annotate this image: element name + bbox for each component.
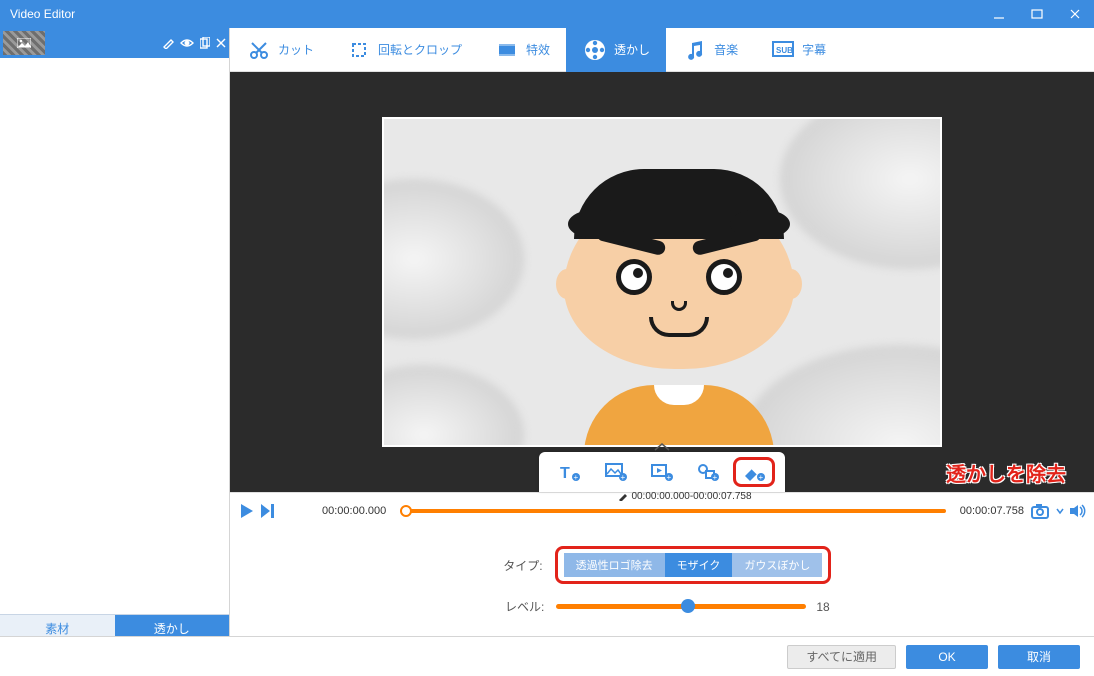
level-label: レベル: xyxy=(494,598,544,615)
preview-area: T+ + + + + 透かしを除去 xyxy=(230,72,1094,492)
scissors-icon xyxy=(246,37,272,63)
tab-watermark-label: 透かし xyxy=(614,41,650,58)
tool-tabs: カット 回転とクロップ 特效 透かし 音楽 SUB 字幕 xyxy=(230,28,1094,72)
play-button[interactable] xyxy=(238,502,256,520)
svg-text:T: T xyxy=(560,465,570,482)
left-panel: 素材 透かし xyxy=(0,28,230,676)
tab-watermark-tool[interactable]: 透かし xyxy=(566,28,666,72)
eye-icon[interactable] xyxy=(180,38,194,48)
subtitle-icon: SUB xyxy=(770,37,796,63)
film-icon xyxy=(494,37,520,63)
tab-subtitle[interactable]: SUB 字幕 xyxy=(754,28,842,72)
annotation-label: 透かしを除去 xyxy=(946,458,1066,487)
delete-icon[interactable] xyxy=(216,38,226,48)
maximize-button[interactable] xyxy=(1018,0,1056,28)
minimize-button[interactable] xyxy=(980,0,1018,28)
svg-text:+: + xyxy=(574,473,579,482)
timeline: 00:00:00.000 00:00:00.000-00:00:07.758 0… xyxy=(230,492,1094,528)
svg-text:+: + xyxy=(667,473,672,482)
pencil-icon[interactable] xyxy=(162,37,174,49)
type-transparent[interactable]: 透過性ロゴ除去 xyxy=(564,553,665,577)
time-start: 00:00:00.000 xyxy=(322,505,386,517)
add-image-button[interactable]: + xyxy=(595,457,637,487)
type-mosaic[interactable]: モザイク xyxy=(665,553,733,577)
level-value: 18 xyxy=(816,600,829,614)
svg-text:+: + xyxy=(621,473,626,482)
pencil-icon[interactable] xyxy=(618,491,628,501)
remove-watermark-button[interactable]: + xyxy=(733,457,775,487)
tab-cut-label: カット xyxy=(278,41,314,58)
right-panel: カット 回転とクロップ 特效 透かし 音楽 SUB 字幕 xyxy=(230,28,1094,676)
tab-subtitle-label: 字幕 xyxy=(802,41,826,58)
add-shape-button[interactable]: + xyxy=(687,457,729,487)
svg-text:+: + xyxy=(713,473,718,482)
time-end: 00:00:07.758 xyxy=(960,505,1024,517)
image-icon xyxy=(17,38,31,48)
video-canvas[interactable] xyxy=(382,117,942,447)
tab-effects[interactable]: 特效 xyxy=(478,28,566,72)
tab-music[interactable]: 音楽 xyxy=(666,28,754,72)
type-label: タイプ: xyxy=(493,557,543,574)
svg-text:+: + xyxy=(759,473,764,482)
crop-icon xyxy=(346,37,372,63)
timeline-track[interactable]: 00:00:00.000-00:00:07.758 xyxy=(400,509,946,513)
level-slider[interactable] xyxy=(556,604,806,609)
tab-cut[interactable]: カット xyxy=(230,28,330,72)
close-button[interactable] xyxy=(1056,0,1094,28)
type-selector: 透過性ロゴ除去 モザイク ガウスぼかし xyxy=(555,546,832,584)
tab-music-label: 音楽 xyxy=(714,41,738,58)
copy-icon[interactable] xyxy=(200,37,210,49)
add-text-button[interactable]: T+ xyxy=(549,457,591,487)
titlebar: Video Editor xyxy=(0,0,1094,28)
add-video-button[interactable]: + xyxy=(641,457,683,487)
footer: すべてに適用 OK 取消 xyxy=(0,636,1094,676)
overlay-toolbar: T+ + + + + xyxy=(539,452,785,492)
chevron-up-icon[interactable] xyxy=(653,442,671,452)
apply-all-button[interactable]: すべてに適用 xyxy=(787,645,896,669)
clip-thumbnail xyxy=(3,31,45,55)
tab-rotate[interactable]: 回転とクロップ xyxy=(330,28,478,72)
reel-icon xyxy=(582,37,608,63)
playhead[interactable] xyxy=(400,505,412,517)
ok-button[interactable]: OK xyxy=(906,645,988,669)
snapshot-button[interactable] xyxy=(1030,502,1052,520)
time-range: 00:00:00.000-00:00:07.758 xyxy=(631,491,751,502)
step-button[interactable] xyxy=(258,502,276,520)
type-gaussian[interactable]: ガウスぼかし xyxy=(732,553,822,577)
tab-effects-label: 特效 xyxy=(526,41,550,58)
app-title: Video Editor xyxy=(10,7,75,21)
tab-rotate-label: 回転とクロップ xyxy=(378,41,462,58)
chevron-down-icon[interactable] xyxy=(1056,504,1064,518)
watermark-controls: タイプ: 透過性ロゴ除去 モザイク ガウスぼかし レベル: 18 xyxy=(230,528,1094,625)
cancel-button[interactable]: 取消 xyxy=(998,645,1080,669)
clip-item[interactable] xyxy=(0,28,229,58)
volume-button[interactable] xyxy=(1068,503,1086,519)
music-icon xyxy=(682,37,708,63)
slider-knob[interactable] xyxy=(681,599,695,613)
svg-text:SUB: SUB xyxy=(776,46,793,55)
